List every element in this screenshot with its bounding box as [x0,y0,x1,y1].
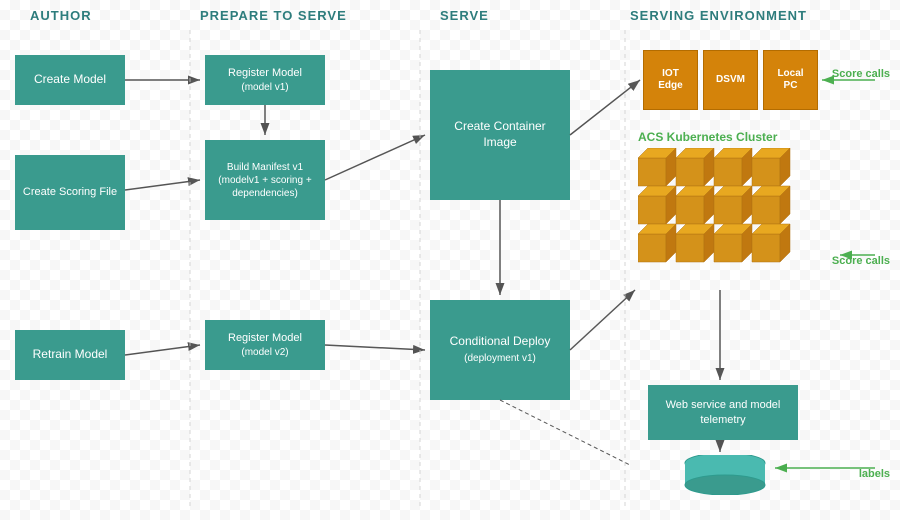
build-manifest-text: Build Manifest v1(modelv1 + scoring +dep… [218,161,311,200]
create-container-image-text: Create ContainerImage [454,119,545,150]
web-service-box: Web service and modeltelemetry [648,385,798,440]
create-scoring-file-box: Create Scoring File [15,155,125,230]
iot-edge-box: IOTEdge [643,50,698,110]
register-model-v1-box: Register Model(model v1) [205,55,325,105]
score-calls-2: Score calls [832,255,890,267]
prepare-header: PREPARE TO SERVE [200,8,347,23]
serving-header: SERVING ENVIRONMENT [630,8,807,23]
create-model-box: Create Model [15,55,125,105]
iot-edge-text: IOTEdge [658,68,682,92]
build-manifest-box: Build Manifest v1(modelv1 + scoring +dep… [205,140,325,220]
labels-text: labels [859,468,890,480]
author-header: AUTHOR [30,8,92,23]
conditional-deploy-text: Conditional Deploy(deployment v1) [450,334,551,365]
create-container-image-box: Create ContainerImage [430,70,570,200]
database-cylinder [680,455,770,495]
local-pc-box: LocalPC [763,50,818,110]
local-pc-text: LocalPC [777,68,803,92]
acs-cluster-label: ACS Kubernetes Cluster [638,130,777,144]
serve-header: SERVE [440,8,489,23]
kubernetes-cubes [638,148,838,288]
score-calls-1: Score calls [832,68,890,80]
dsvm-text: DSVM [716,74,745,86]
web-service-text: Web service and modeltelemetry [666,398,781,427]
register-model-v2-box: Register Model(model v2) [205,320,325,370]
retrain-model-box: Retrain Model [15,330,125,380]
dsvm-box: DSVM [703,50,758,110]
register-model-v2-text: Register Model(model v2) [228,331,302,360]
conditional-deploy-box: Conditional Deploy(deployment v1) [430,300,570,400]
register-model-v1-text: Register Model(model v1) [228,66,302,95]
